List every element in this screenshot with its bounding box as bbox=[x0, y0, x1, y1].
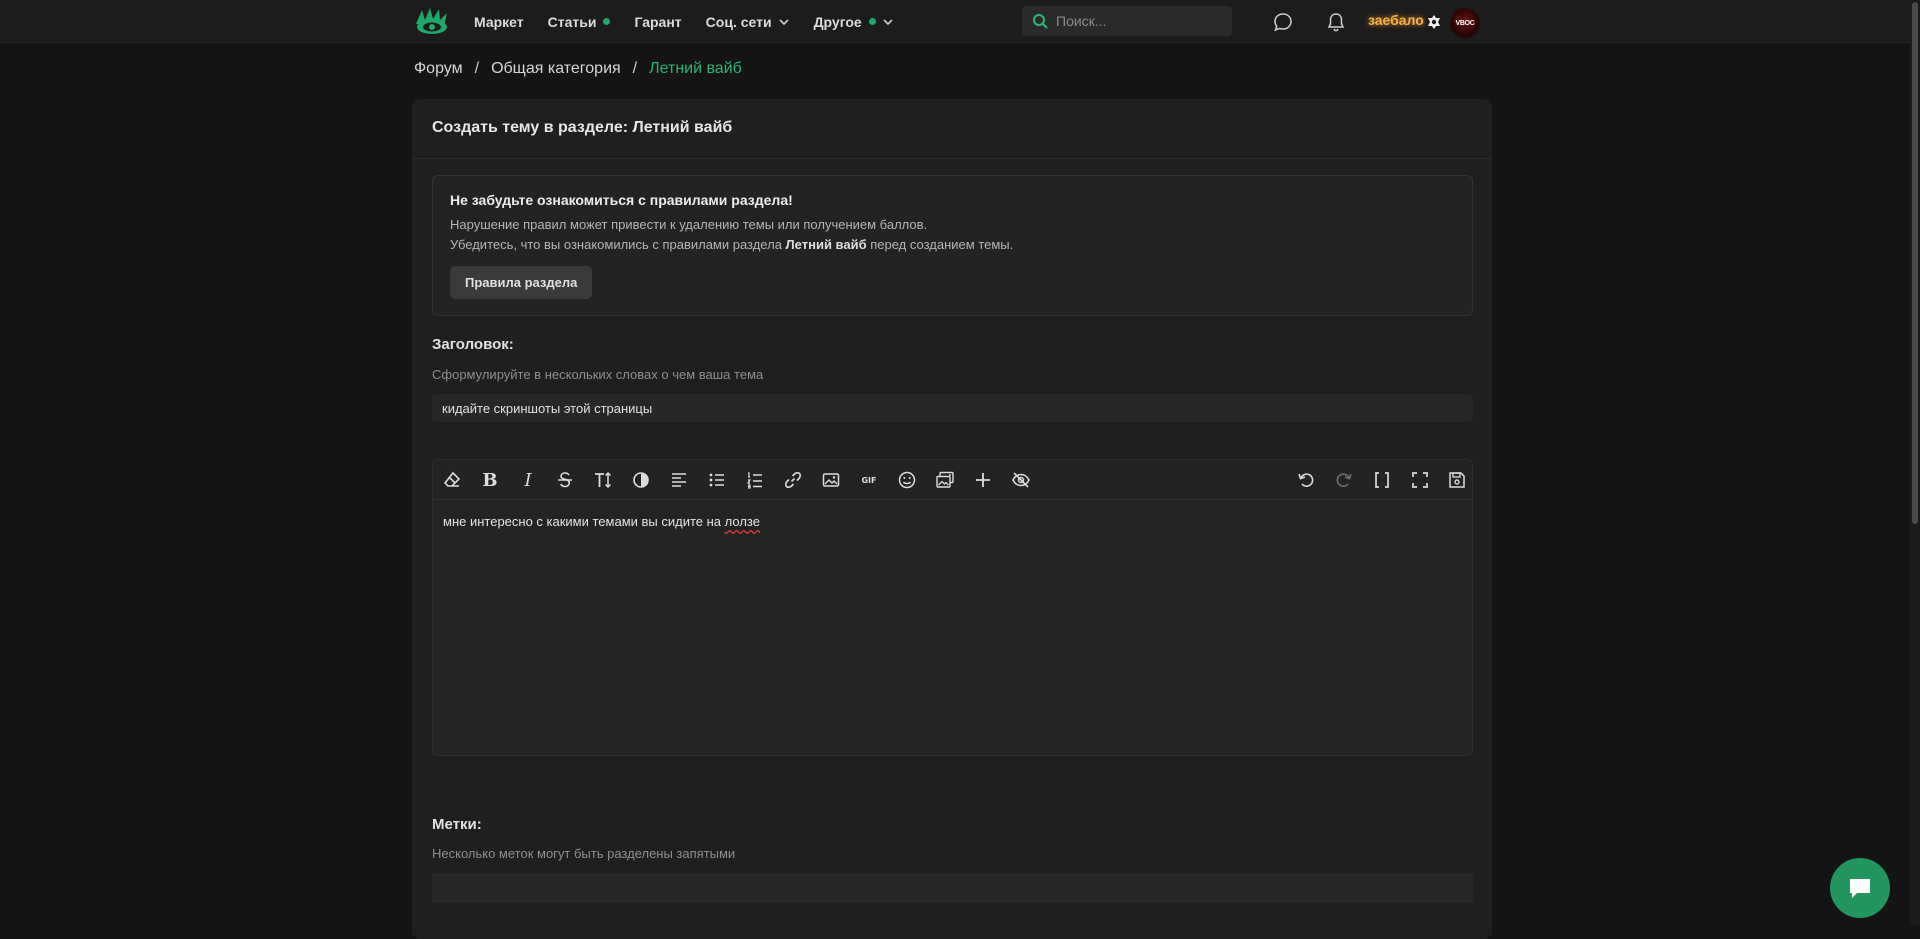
gif-icon[interactable]: GIF bbox=[858, 469, 880, 491]
page-title: Создать тему в разделе: Летний вайб bbox=[412, 99, 1492, 159]
nav-item-label: Гарант bbox=[634, 13, 682, 30]
chevron-down-icon bbox=[883, 18, 893, 25]
breadcrumb-separator: / bbox=[474, 60, 480, 77]
notice-section-name: Летний вайб bbox=[785, 237, 867, 252]
conversations-icon[interactable] bbox=[1272, 11, 1294, 33]
breadcrumb-separator: / bbox=[632, 60, 638, 77]
section-rules-button[interactable]: Правила раздела bbox=[450, 266, 593, 299]
breadcrumb-current-section[interactable]: Летний вайб bbox=[649, 60, 742, 78]
message-editor: B I GIF мне интересно с какими темами вы… bbox=[432, 459, 1473, 756]
chat-button[interactable] bbox=[1830, 858, 1890, 918]
nav-item-label: Другое bbox=[813, 13, 862, 30]
top-navbar-inner: Маркет Статьи Гарант Соц. сети Другое По… bbox=[414, 0, 1480, 43]
image-icon[interactable] bbox=[820, 469, 842, 491]
gallery-icon[interactable] bbox=[934, 469, 956, 491]
misspelled-word: лолзе bbox=[724, 514, 760, 529]
nav-item-label: Статьи bbox=[547, 13, 597, 30]
top-navbar: Маркет Статьи Гарант Соц. сети Другое По… bbox=[0, 0, 1910, 43]
color-icon[interactable] bbox=[630, 469, 652, 491]
search-box[interactable] bbox=[1022, 6, 1232, 36]
breadcrumb-general-category[interactable]: Общая категория bbox=[491, 60, 621, 78]
site-logo-icon[interactable] bbox=[414, 6, 450, 36]
editor-text: мне интересно с какими темами вы сидите … bbox=[443, 514, 725, 529]
nav-item-label: Соц. сети bbox=[705, 13, 772, 30]
bullet-list-icon[interactable] bbox=[706, 469, 728, 491]
link-icon[interactable] bbox=[782, 469, 804, 491]
notice-title: Не забудьте ознакомиться с правилами раз… bbox=[450, 192, 793, 208]
search-icon bbox=[1033, 14, 1048, 29]
avatar-text: VBOC bbox=[1455, 19, 1475, 27]
strikethrough-icon[interactable] bbox=[554, 469, 576, 491]
nav-item-articles[interactable]: Статьи bbox=[548, 14, 611, 30]
nav-item-garant[interactable]: Гарант bbox=[634, 14, 681, 30]
username[interactable]: заебало bbox=[1368, 12, 1424, 28]
smile-icon[interactable] bbox=[896, 469, 918, 491]
scrollbar-thumb[interactable] bbox=[1912, 2, 1918, 524]
notice-line-2-prefix: Убедитесь, что вы ознакомились с правила… bbox=[450, 237, 786, 252]
gif-label: GIF bbox=[861, 475, 877, 485]
notice-line-1: Нарушение правил может привести к удален… bbox=[450, 217, 928, 232]
numbered-list-icon[interactable] bbox=[744, 469, 766, 491]
italic-icon[interactable]: I bbox=[517, 469, 539, 491]
fullscreen-icon[interactable] bbox=[1409, 469, 1431, 491]
undo-icon[interactable] bbox=[1295, 469, 1317, 491]
search-input[interactable] bbox=[1056, 13, 1216, 29]
new-content-dot bbox=[603, 18, 611, 25]
notice-line-2: Убедитесь, что вы ознакомились с правила… bbox=[450, 235, 1455, 255]
chat-icon bbox=[1850, 879, 1870, 898]
user-badge-icon bbox=[1428, 15, 1440, 29]
brackets-icon[interactable] bbox=[1371, 469, 1393, 491]
eraser-icon[interactable] bbox=[441, 469, 463, 491]
text-size-icon[interactable] bbox=[592, 469, 614, 491]
title-field-hint: Сформулируйте в нескольких словах о чем … bbox=[432, 367, 764, 382]
notice-line-2-suffix: перед созданием темы. bbox=[866, 237, 1014, 252]
bold-icon[interactable]: B bbox=[479, 469, 501, 491]
tags-input[interactable] bbox=[432, 873, 1473, 903]
chevron-down-icon bbox=[779, 18, 789, 25]
nav-item-social[interactable]: Соц. сети bbox=[706, 14, 790, 30]
editor-content[interactable]: мне интересно с какими темами вы сидите … bbox=[433, 500, 1472, 755]
hide-icon[interactable] bbox=[1010, 469, 1032, 491]
tags-field-hint: Несколько меток могут быть разделены зап… bbox=[432, 846, 736, 861]
avatar[interactable]: VBOC bbox=[1450, 8, 1480, 38]
save-draft-icon[interactable] bbox=[1446, 469, 1468, 491]
align-icon[interactable] bbox=[668, 469, 690, 491]
title-field-label: Заголовок: bbox=[432, 336, 514, 353]
nav-item-label: Маркет bbox=[474, 13, 524, 30]
nav-item-market[interactable]: Маркет bbox=[474, 14, 524, 30]
editor-toolbar: B I GIF bbox=[433, 460, 1472, 500]
breadcrumb: Форум / Общая категория / Летний вайб bbox=[414, 60, 742, 78]
nav-item-other[interactable]: Другое bbox=[814, 14, 894, 30]
bell-icon[interactable] bbox=[1325, 11, 1347, 33]
breadcrumb-forum[interactable]: Форум bbox=[414, 60, 463, 78]
redo-icon[interactable] bbox=[1333, 469, 1355, 491]
title-input[interactable] bbox=[432, 394, 1473, 422]
create-thread-panel: Создать тему в разделе: Летний вайб Не з… bbox=[412, 99, 1492, 939]
page-scrollbar[interactable] bbox=[1910, 0, 1920, 925]
new-content-dot bbox=[868, 18, 876, 25]
plus-icon[interactable] bbox=[972, 469, 994, 491]
rules-notice: Не забудьте ознакомиться с правилами раз… bbox=[432, 175, 1473, 316]
main-nav: Маркет Статьи Гарант Соц. сети Другое bbox=[474, 0, 918, 43]
tags-field-label: Метки: bbox=[432, 816, 482, 833]
